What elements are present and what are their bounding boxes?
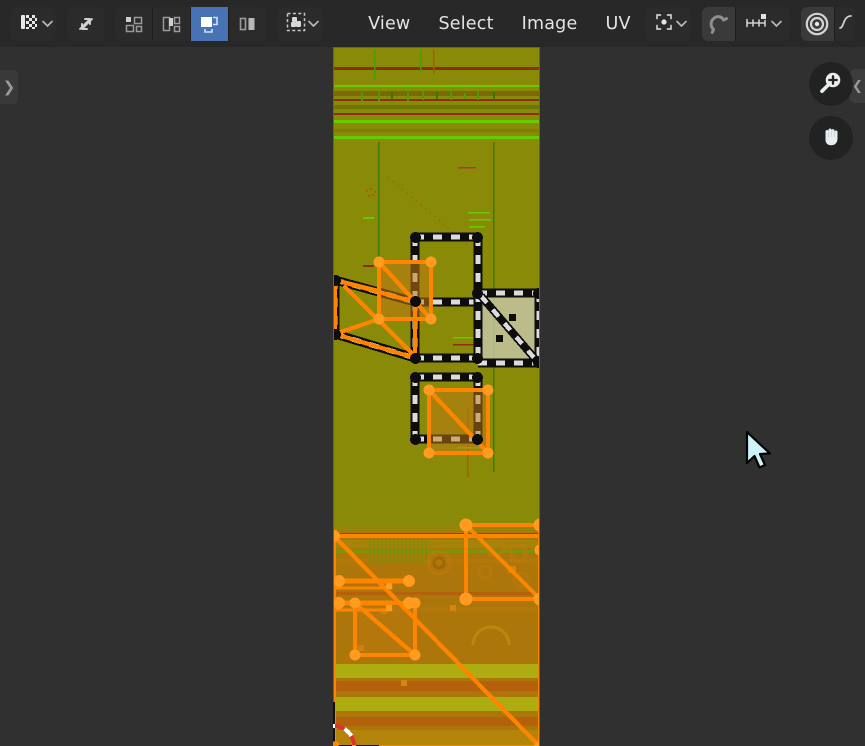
hand-icon — [818, 123, 844, 153]
pivot-point-icon — [653, 11, 675, 37]
snap-target-dropdown[interactable] — [735, 6, 790, 41]
chevron-down-icon — [307, 7, 321, 41]
uv-select-mode-edge[interactable] — [152, 6, 191, 41]
menu-view[interactable]: View — [354, 14, 424, 34]
mouse-cursor — [745, 430, 779, 472]
snap-increment-icon — [744, 11, 770, 37]
toolbar-toggle[interactable]: ❯ — [0, 70, 18, 104]
editor-type-group — [10, 6, 57, 41]
uv-select-mode-group — [115, 6, 266, 41]
editor-type-dropdown[interactable] — [10, 6, 57, 41]
uv-select-mode-face[interactable] — [190, 6, 229, 41]
chevron-down-icon — [675, 7, 689, 41]
menu-uv[interactable]: UV — [591, 14, 644, 34]
uv-editor-window: View Select Image UV ❯ ❮ — [0, 0, 865, 746]
snapping-group — [701, 6, 790, 41]
sticky-selection-icon — [285, 11, 307, 37]
uv-sync-group — [67, 6, 105, 41]
editor-header: View Select Image UV — [0, 0, 865, 47]
uv-editor-icon — [18, 11, 40, 37]
magnifier-plus-icon — [818, 69, 844, 99]
chevron-down-icon — [770, 7, 784, 41]
pivot-point-dropdown[interactable] — [644, 6, 691, 41]
proportional-editing-group — [800, 6, 856, 41]
magnet-toggle[interactable] — [701, 6, 736, 41]
uv-sync-selection[interactable] — [67, 6, 105, 41]
zoom-gizmo[interactable] — [809, 62, 853, 106]
proportional-falloff-dropdown[interactable] — [835, 6, 856, 41]
uv-select-mode-island[interactable] — [228, 6, 266, 41]
uv-canvas[interactable]: ❯ ❮ — [0, 47, 865, 746]
proportional-editing-toggle[interactable] — [800, 6, 836, 41]
pivot-point-group — [644, 6, 691, 41]
menu-select[interactable]: Select — [424, 14, 507, 34]
sticky-selection-dropdown[interactable] — [276, 6, 323, 41]
sticky-selection-group — [276, 6, 323, 41]
uv-select-mode-vertex[interactable] — [115, 6, 153, 41]
falloff-smooth-icon — [839, 11, 853, 37]
pan-gizmo[interactable] — [809, 116, 853, 160]
uv-image-area[interactable] — [333, 47, 540, 746]
menu-image[interactable]: Image — [508, 14, 592, 34]
chevron-down-icon — [40, 7, 54, 41]
